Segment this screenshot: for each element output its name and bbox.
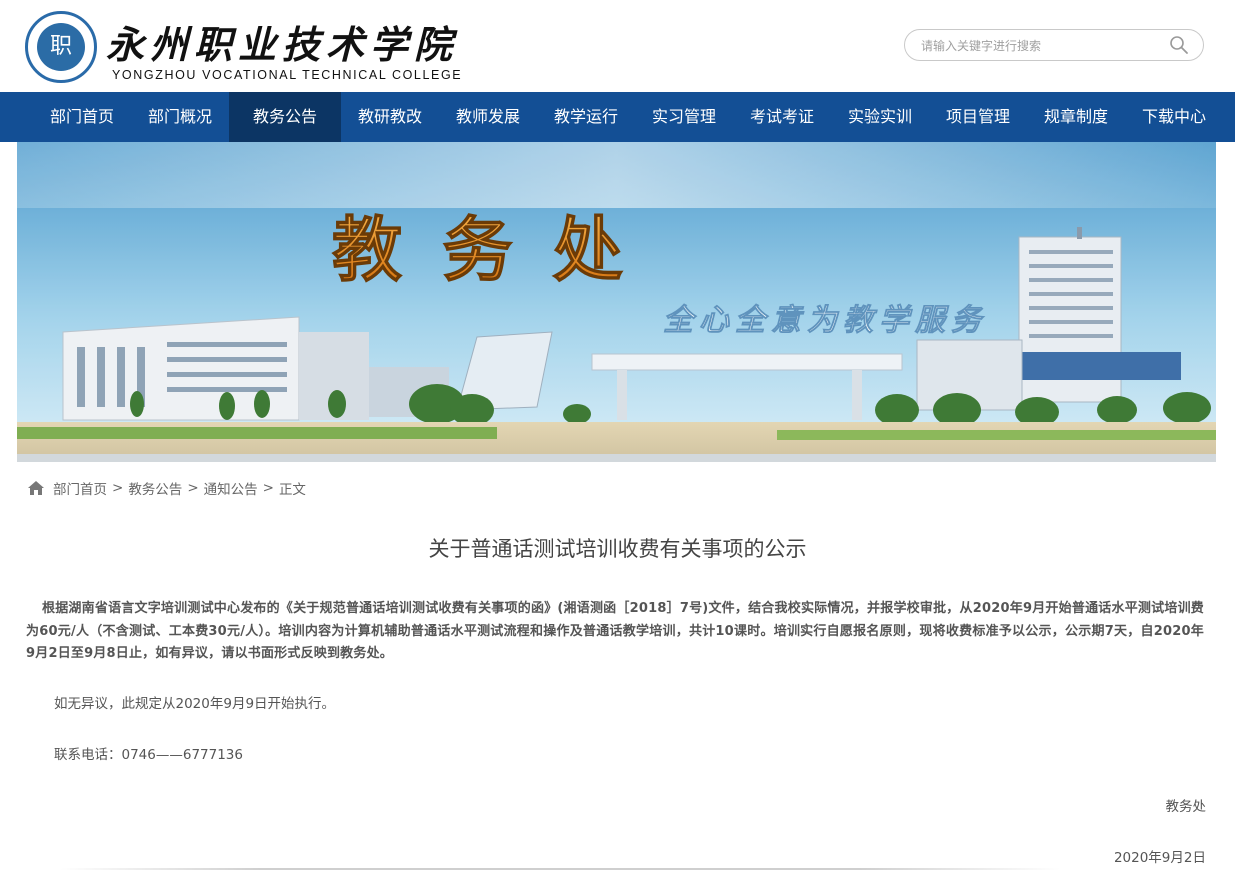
college-name-cn[interactable]: 永州职业技术学院 bbox=[106, 14, 458, 69]
nav-item[interactable]: 部门概况 bbox=[131, 92, 229, 142]
article-date: 2020年9月2日 bbox=[1113, 850, 1206, 866]
article-paragraph: 如无异议，此规定从2020年9月9日开始执行。 bbox=[54, 696, 336, 712]
search-icon[interactable] bbox=[1169, 35, 1189, 55]
nav-item[interactable]: 规章制度 bbox=[1027, 92, 1125, 142]
breadcrumb-notices[interactable]: 通知公告 bbox=[204, 478, 258, 498]
banner: 教 务 处 全心全意为教学服务 bbox=[17, 142, 1216, 462]
site-header: 职 永州职业技术学院 YONGZHOU VOCATIONAL TECHNICAL… bbox=[0, 0, 1235, 92]
search-input[interactable] bbox=[919, 36, 1163, 56]
breadcrumb-current: 正文 bbox=[278, 482, 306, 498]
home-icon[interactable] bbox=[27, 480, 45, 496]
search-box bbox=[904, 29, 1204, 61]
breadcrumb-home[interactable]: 部门首页 bbox=[53, 478, 107, 498]
nav-item[interactable]: 考试考证 bbox=[733, 92, 831, 142]
breadcrumb-separator: > bbox=[112, 480, 124, 496]
nav-list: 部门首页 部门概况 教务公告 教研教改 教师发展 教学运行 实习管理 考试考证 实验实训 项目管理… bbox=[0, 92, 1235, 142]
nav-item[interactable]: 教务公告 bbox=[229, 92, 341, 142]
nav-item[interactable]: 教研教改 bbox=[341, 92, 439, 142]
main-nav: 部门首页 部门概况 教务公告 教研教改 教师发展 教学运行 实习管理 考试考证 实验实训 项目管理… bbox=[0, 92, 1235, 142]
article-paragraph: 根据湖南省语言文字培训测试中心发布的《关于规范普通话培训测试收费有关事项的函》(… bbox=[26, 601, 1204, 661]
college-name-en: YONGZHOU VOCATIONAL TECHNICAL COLLEGE bbox=[112, 68, 463, 82]
contact-phone: 联系电话：0746——6777136 bbox=[54, 747, 243, 763]
breadcrumb-separator: > bbox=[262, 480, 274, 496]
nav-item[interactable]: 项目管理 bbox=[929, 92, 1027, 142]
breadcrumb: 部门首页 > 教务公告 > 通知公告 > 正文 bbox=[27, 478, 306, 498]
nav-item[interactable]: 教师发展 bbox=[439, 92, 537, 142]
divider bbox=[60, 868, 1060, 870]
breadcrumb-announcements[interactable]: 教务公告 bbox=[128, 478, 182, 498]
college-emblem[interactable]: 职 bbox=[25, 11, 97, 83]
article-title: 关于普通话测试培训收费有关事项的公示 bbox=[428, 537, 807, 561]
breadcrumb-separator: > bbox=[187, 480, 199, 496]
banner-image: 教 务 处 全心全意为教学服务 bbox=[17, 142, 1216, 462]
banner-slogan: 全心全意为教学服务 bbox=[663, 303, 987, 338]
banner-title: 教 务 处 bbox=[332, 208, 631, 291]
emblem-glyph: 职 bbox=[37, 23, 85, 71]
nav-item[interactable]: 下载中心 bbox=[1125, 92, 1223, 142]
article-signature: 教务处 bbox=[1165, 799, 1207, 815]
nav-item[interactable]: 教学运行 bbox=[537, 92, 635, 142]
nav-item[interactable]: 实习管理 bbox=[635, 92, 733, 142]
nav-item[interactable]: 实验实训 bbox=[831, 92, 929, 142]
nav-item[interactable]: 部门首页 bbox=[33, 92, 131, 142]
